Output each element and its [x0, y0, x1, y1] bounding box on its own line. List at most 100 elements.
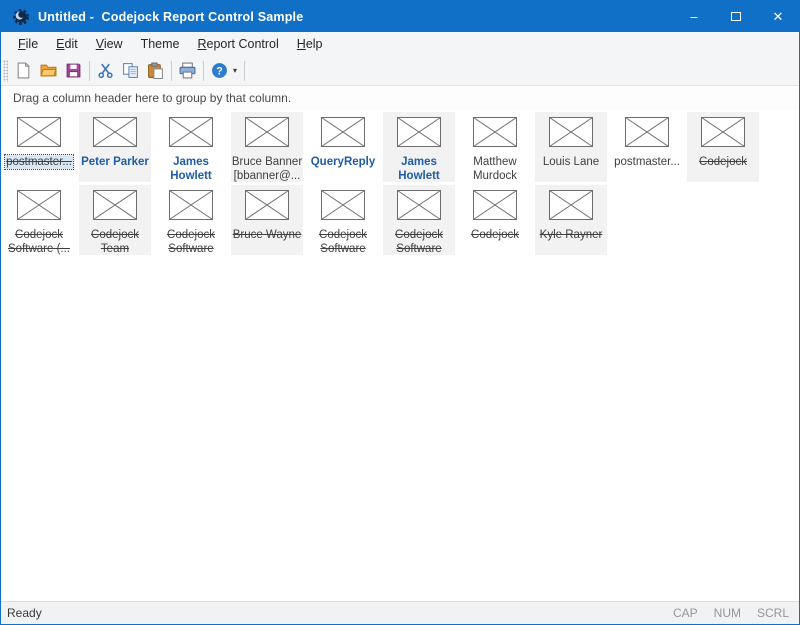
envelope-icon: [169, 117, 213, 152]
report-icon-view: postmaster... Peter Parker James Howlett Br…: [1, 110, 799, 601]
maximize-icon: [731, 12, 741, 21]
copy-button[interactable]: [118, 59, 143, 83]
mail-item[interactable]: Kyle Rayner: [535, 185, 607, 255]
mail-item[interactable]: Codejock Software (...: [3, 185, 75, 255]
mail-item-label: postmaster...: [614, 155, 680, 169]
paste-button[interactable]: [143, 59, 168, 83]
mail-item-label: postmaster...: [5, 155, 73, 169]
close-button[interactable]: ✕: [757, 1, 799, 32]
mail-item-label: Louis Lane: [543, 155, 599, 169]
envelope-icon: [17, 190, 61, 225]
mail-item-label: Codejock Software: [167, 228, 215, 256]
envelope-icon: [245, 190, 289, 225]
toolbar-separator: [244, 61, 245, 81]
copy-icon: [122, 62, 139, 79]
titlebar: Untitled - Codejock Report Control Sampl…: [1, 1, 799, 32]
envelope-icon: [701, 117, 745, 152]
mail-item[interactable]: Louis Lane: [535, 112, 607, 182]
mail-item-label: Matthew Murdock: [473, 155, 517, 183]
cut-icon: [97, 62, 114, 79]
mail-item-label: Codejock: [699, 155, 747, 169]
envelope-icon: [93, 117, 137, 152]
window-title: Untitled - Codejock Report Control Sampl…: [38, 10, 303, 24]
mail-item[interactable]: Peter Parker: [79, 112, 151, 182]
mail-item-label: Bruce Banner [bbanner@...: [232, 155, 302, 183]
paste-icon: [147, 62, 164, 79]
envelope-icon: [549, 190, 593, 225]
mail-item[interactable]: Codejock Team: [79, 185, 151, 255]
mail-item-label: Kyle Rayner: [540, 228, 603, 242]
toolbar-separator: [89, 61, 90, 81]
open-button[interactable]: [36, 59, 61, 83]
minimize-button[interactable]: –: [673, 1, 715, 32]
toolbar-grip[interactable]: [3, 60, 8, 82]
status-indicators: CAP NUM SCRL: [673, 606, 789, 620]
mail-item[interactable]: postmaster...: [3, 112, 75, 182]
item-row-1: postmaster... Peter Parker James Howlett Br…: [3, 112, 799, 182]
mail-item-label: James Howlett: [170, 155, 212, 183]
mail-item[interactable]: postmaster...: [611, 112, 683, 182]
cut-button[interactable]: [93, 59, 118, 83]
mail-item[interactable]: QueryReply: [307, 112, 379, 182]
help-icon: ?: [211, 62, 228, 79]
help-button[interactable]: ?: [207, 59, 232, 83]
mail-item[interactable]: Codejock: [687, 112, 759, 182]
save-button[interactable]: [61, 59, 86, 83]
mail-item[interactable]: James Howlett: [155, 112, 227, 182]
envelope-icon: [473, 117, 517, 152]
mail-item[interactable]: Codejock: [459, 185, 531, 255]
mail-item[interactable]: Codejock Software: [383, 185, 455, 255]
gear-icon: [12, 8, 30, 26]
menubar: FileEditViewThemeReport ControlHelp: [1, 32, 799, 56]
svg-text:?: ?: [216, 65, 222, 77]
chevron-down-icon[interactable]: ▾: [232, 66, 241, 75]
mail-item[interactable]: Codejock Software: [155, 185, 227, 255]
mail-item[interactable]: James Howlett: [383, 112, 455, 182]
envelope-icon: [93, 190, 137, 225]
menu-report-control[interactable]: Report Control: [189, 34, 288, 54]
mail-item-label: Codejock Software: [395, 228, 443, 256]
toolbar: ?▾: [1, 56, 799, 86]
menu-theme[interactable]: Theme: [132, 34, 189, 54]
envelope-icon: [17, 117, 61, 152]
menu-file[interactable]: File: [9, 34, 47, 54]
print-button[interactable]: [175, 59, 200, 83]
status-indicator-num: NUM: [714, 606, 741, 620]
envelope-icon: [169, 190, 213, 225]
envelope-icon: [321, 117, 365, 152]
toolbar-separator: [203, 61, 204, 81]
window-controls: – ✕: [673, 1, 799, 32]
mail-item-label: Codejock Software (...: [8, 228, 70, 256]
app-window: Untitled - Codejock Report Control Sampl…: [0, 0, 800, 625]
mail-item[interactable]: Codejock Software: [307, 185, 379, 255]
mail-item-label: Codejock: [471, 228, 519, 242]
mail-item-label: QueryReply: [311, 155, 376, 169]
envelope-icon: [397, 117, 441, 152]
new-button[interactable]: [11, 59, 36, 83]
envelope-icon: [625, 117, 669, 152]
status-indicator-scrl: SCRL: [757, 606, 789, 620]
envelope-icon: [245, 117, 289, 152]
group-by-area[interactable]: Drag a column header here to group by th…: [1, 86, 799, 110]
envelope-icon: [549, 117, 593, 152]
menu-edit[interactable]: Edit: [47, 34, 87, 54]
mail-item[interactable]: Matthew Murdock: [459, 112, 531, 182]
menu-view[interactable]: View: [87, 34, 132, 54]
envelope-icon: [321, 190, 365, 225]
envelope-icon: [397, 190, 441, 225]
item-row-2: Codejock Software (... Codejock Team Codej…: [3, 185, 799, 255]
envelope-icon: [473, 190, 517, 225]
status-indicator-cap: CAP: [673, 606, 698, 620]
mail-item[interactable]: Bruce Wayne: [231, 185, 303, 255]
print-icon: [179, 62, 196, 79]
save-icon: [65, 62, 82, 79]
mail-item-label: Bruce Wayne: [233, 228, 302, 242]
status-ready: Ready: [7, 606, 42, 620]
mail-item-label: Codejock Software: [319, 228, 367, 256]
close-icon: ✕: [773, 9, 784, 25]
maximize-button[interactable]: [715, 1, 757, 32]
statusbar: Ready CAP NUM SCRL: [1, 601, 799, 624]
mail-item[interactable]: Bruce Banner [bbanner@...: [231, 112, 303, 182]
group-by-hint: Drag a column header here to group by th…: [13, 91, 291, 105]
menu-help[interactable]: Help: [288, 34, 332, 54]
